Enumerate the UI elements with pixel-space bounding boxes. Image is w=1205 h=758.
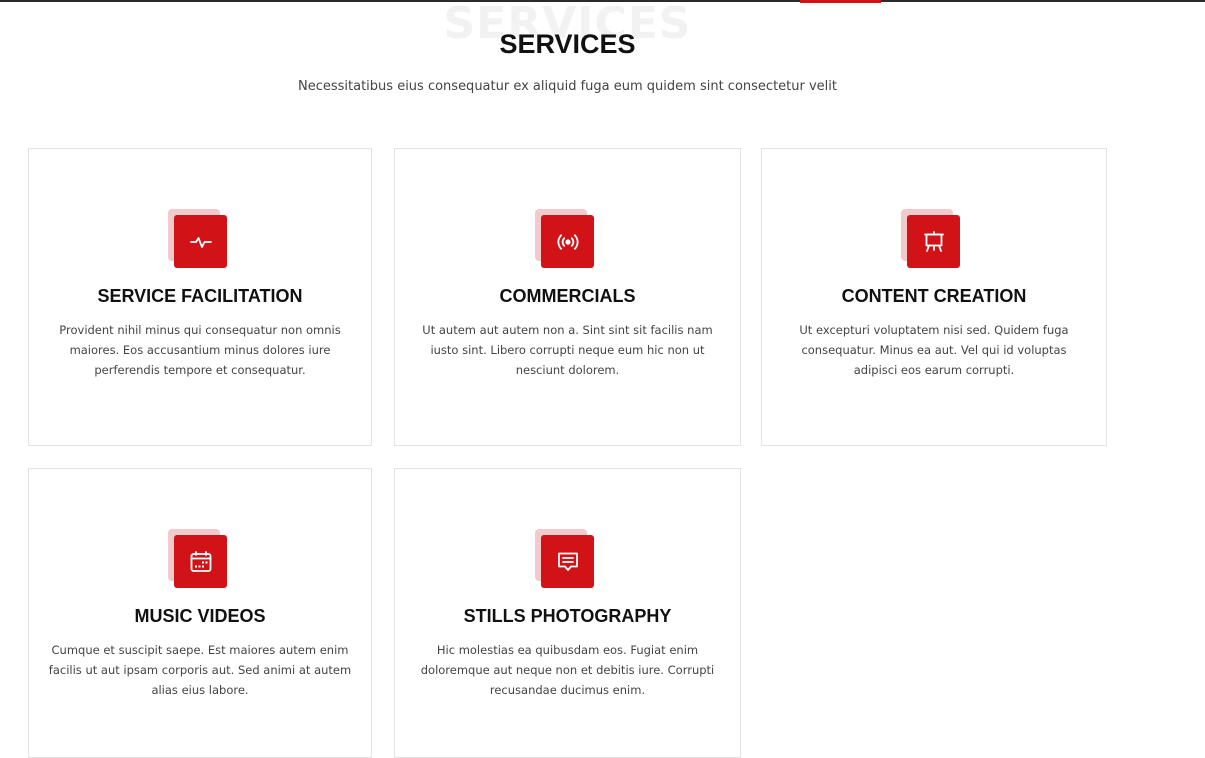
service-description: Hic molestias ea quibusdam eos. Fugiat e… xyxy=(420,643,715,697)
service-description: Provident nihil minus qui consequatur no… xyxy=(59,323,341,377)
service-card-service-facilitation[interactable]: SERVICE FACILITATION Provident nihil min… xyxy=(28,148,372,446)
section-title: SERVICES xyxy=(499,29,636,59)
service-card-stills-photography[interactable]: STILLS PHOTOGRAPHY Hic molestias ea quib… xyxy=(394,468,741,758)
service-description: Ut excepturi voluptatem nisi sed. Quidem… xyxy=(799,323,1069,377)
service-title[interactable]: SERVICE FACILITATION xyxy=(29,285,371,307)
service-title[interactable]: STILLS PHOTOGRAPHY xyxy=(395,605,740,627)
service-icon-box xyxy=(535,529,595,589)
service-icon-box xyxy=(901,209,961,269)
service-description: Cumque et suscipit saepe. Est maiores au… xyxy=(48,643,352,697)
broadcast-icon xyxy=(541,215,594,268)
service-title[interactable]: COMMERCIALS xyxy=(395,285,740,307)
service-icon-box xyxy=(535,209,595,269)
service-icon-box xyxy=(168,209,228,269)
section-subtitle: Necessitatibus eius consequatur ex aliqu… xyxy=(298,79,837,94)
service-card-commercials[interactable]: COMMERCIALS Ut autem aut autem non a. Si… xyxy=(394,148,741,446)
service-title[interactable]: CONTENT CREATION xyxy=(762,285,1106,307)
service-title[interactable]: MUSIC VIDEOS xyxy=(29,605,371,627)
activity-icon xyxy=(174,215,227,268)
service-icon-box xyxy=(168,529,228,589)
service-description: Ut autem aut autem non a. Sint sint sit … xyxy=(422,323,713,377)
service-card-content-creation[interactable]: CONTENT CREATION Ut excepturi voluptatem… xyxy=(761,148,1107,446)
chat-square-text-icon xyxy=(541,535,594,588)
service-card-music-videos[interactable]: MUSIC VIDEOS Cumque et suscipit saepe. E… xyxy=(28,468,372,758)
calendar-icon xyxy=(174,535,227,588)
easel-icon xyxy=(907,215,960,268)
